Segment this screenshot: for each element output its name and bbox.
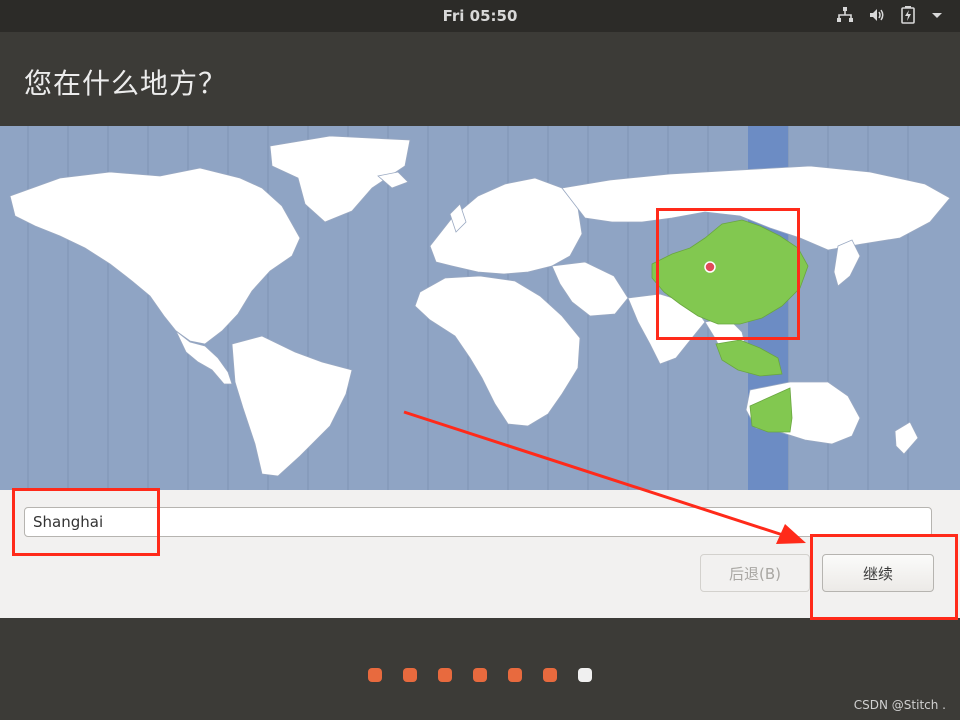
system-tray[interactable] [836,6,944,28]
annotation-box-continue [810,534,958,620]
location-input[interactable] [24,507,932,537]
progress-dot [438,668,452,682]
progress-dot-current [578,668,592,682]
top-bar: Fri 05:50 [0,0,960,32]
progress-dot [473,668,487,682]
watermark: CSDN @Stitch . [853,698,946,712]
progress-dot [543,668,557,682]
progress-dot [403,668,417,682]
annotation-box-region [656,208,800,340]
battery-icon[interactable] [900,6,916,28]
chevron-down-icon[interactable] [930,6,944,28]
volume-icon[interactable] [868,6,886,28]
clock[interactable]: Fri 05:50 [0,7,960,25]
progress-dot [368,668,382,682]
timezone-map[interactable] [0,126,960,490]
network-icon[interactable] [836,6,854,28]
progress-dot [508,668,522,682]
page-header: 您在什么地方？ [0,32,960,126]
page-title: 您在什么地方？ [24,67,228,100]
annotation-box-input [12,488,160,556]
progress-dots [0,668,960,682]
back-button[interactable]: 后退(B) [700,554,810,592]
